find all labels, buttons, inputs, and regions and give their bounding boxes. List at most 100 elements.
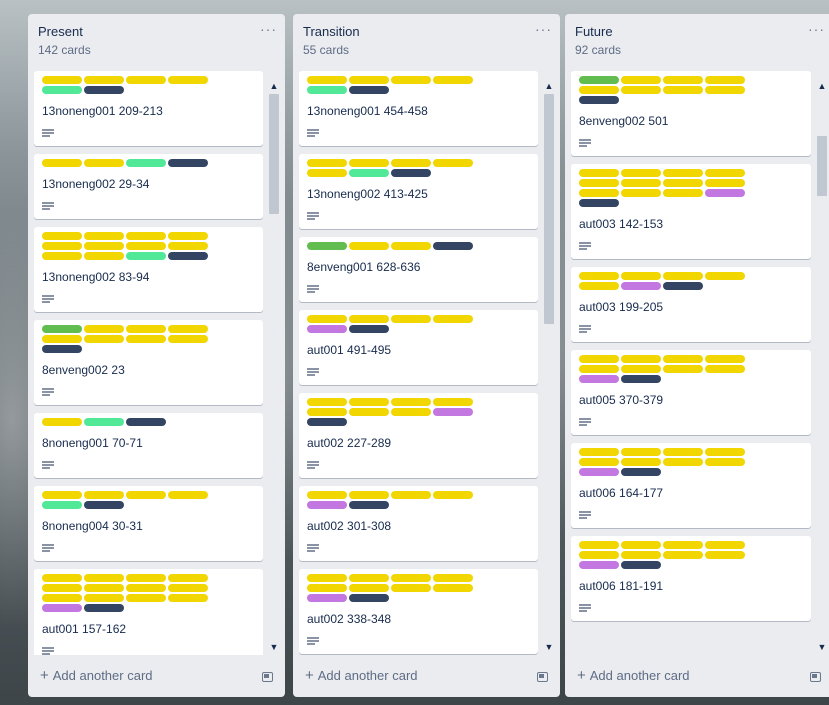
label-yellow[interactable] <box>349 242 389 250</box>
label-navy[interactable] <box>663 282 703 290</box>
add-card-button[interactable]: + Add another card <box>577 667 690 684</box>
label-yellow[interactable] <box>663 169 703 177</box>
card[interactable]: aut002 338-348 <box>299 569 538 654</box>
label-purple[interactable] <box>705 189 745 197</box>
label-yellow[interactable] <box>705 272 745 280</box>
label-navy[interactable] <box>621 561 661 569</box>
label-yellow[interactable] <box>433 491 473 499</box>
label-navy[interactable] <box>126 418 166 426</box>
label-yellow[interactable] <box>307 76 347 84</box>
label-navy[interactable] <box>168 159 208 167</box>
label-yellow[interactable] <box>168 76 208 84</box>
label-yellow[interactable] <box>663 76 703 84</box>
label-yellow[interactable] <box>621 272 661 280</box>
label-yellow[interactable] <box>579 458 619 466</box>
label-yellow[interactable] <box>621 355 661 363</box>
label-yellow[interactable] <box>84 584 124 592</box>
label-yellow[interactable] <box>84 491 124 499</box>
label-yellow[interactable] <box>579 169 619 177</box>
label-yellow[interactable] <box>579 272 619 280</box>
label-yellow[interactable] <box>42 335 82 343</box>
list-menu-icon[interactable]: ··· <box>535 22 552 36</box>
label-yellow[interactable] <box>307 169 347 177</box>
card-template-icon[interactable] <box>810 672 821 682</box>
label-yellow[interactable] <box>433 315 473 323</box>
label-yellow[interactable] <box>705 551 745 559</box>
label-navy[interactable] <box>42 345 82 353</box>
label-yellow[interactable] <box>168 491 208 499</box>
label-green[interactable] <box>307 242 347 250</box>
label-navy[interactable] <box>84 501 124 509</box>
card[interactable]: 13noneng002 413-425 <box>299 154 538 229</box>
label-yellow[interactable] <box>307 574 347 582</box>
label-purple[interactable] <box>579 375 619 383</box>
label-yellow[interactable] <box>579 551 619 559</box>
label-yellow[interactable] <box>663 189 703 197</box>
label-yellow[interactable] <box>621 458 661 466</box>
label-navy[interactable] <box>349 501 389 509</box>
label-yellow[interactable] <box>705 86 745 94</box>
label-yellow[interactable] <box>42 574 82 582</box>
label-navy[interactable] <box>391 169 431 177</box>
card-template-icon[interactable] <box>537 672 548 682</box>
label-navy[interactable] <box>349 594 389 602</box>
scroll-down-icon[interactable]: ▼ <box>815 641 829 653</box>
label-yellow[interactable] <box>621 76 661 84</box>
scroll-up-icon[interactable]: ▲ <box>542 80 556 92</box>
list-menu-icon[interactable]: ··· <box>260 22 277 36</box>
label-yellow[interactable] <box>433 76 473 84</box>
label-yellow[interactable] <box>621 169 661 177</box>
card[interactable]: aut006 164-177 <box>571 443 811 528</box>
label-yellow[interactable] <box>168 232 208 240</box>
label-yellow[interactable] <box>663 272 703 280</box>
label-yellow[interactable] <box>349 159 389 167</box>
label-yellow[interactable] <box>663 355 703 363</box>
label-yellow[interactable] <box>84 252 124 260</box>
label-yellow[interactable] <box>663 551 703 559</box>
label-yellow[interactable] <box>621 86 661 94</box>
label-purple[interactable] <box>579 468 619 476</box>
label-navy[interactable] <box>349 86 389 94</box>
label-yellow[interactable] <box>391 315 431 323</box>
label-yellow[interactable] <box>307 491 347 499</box>
label-yellow[interactable] <box>307 159 347 167</box>
label-yellow[interactable] <box>391 159 431 167</box>
label-yellow[interactable] <box>42 584 82 592</box>
scroll-thumb[interactable] <box>269 94 279 214</box>
label-yellow[interactable] <box>84 232 124 240</box>
scroll-thumb[interactable] <box>817 136 827 196</box>
label-yellow[interactable] <box>705 365 745 373</box>
label-purple[interactable] <box>307 594 347 602</box>
label-yellow[interactable] <box>391 76 431 84</box>
label-yellow[interactable] <box>84 159 124 167</box>
label-teal[interactable] <box>126 159 166 167</box>
label-yellow[interactable] <box>621 551 661 559</box>
label-yellow[interactable] <box>349 76 389 84</box>
label-yellow[interactable] <box>126 232 166 240</box>
scrollbar[interactable]: ▲ ▼ <box>267 80 281 653</box>
label-yellow[interactable] <box>391 242 431 250</box>
label-purple[interactable] <box>579 561 619 569</box>
label-navy[interactable] <box>168 252 208 260</box>
label-yellow[interactable] <box>579 282 619 290</box>
label-purple[interactable] <box>307 501 347 509</box>
label-yellow[interactable] <box>84 242 124 250</box>
label-purple[interactable] <box>621 282 661 290</box>
card[interactable]: aut006 181-191 <box>571 536 811 621</box>
label-yellow[interactable] <box>705 169 745 177</box>
label-yellow[interactable] <box>126 574 166 582</box>
label-yellow[interactable] <box>579 365 619 373</box>
label-purple[interactable] <box>307 325 347 333</box>
label-yellow[interactable] <box>579 179 619 187</box>
label-yellow[interactable] <box>433 574 473 582</box>
label-navy[interactable] <box>84 604 124 612</box>
card[interactable]: 8noneng001 70-71 <box>34 413 263 478</box>
label-navy[interactable] <box>579 199 619 207</box>
label-purple[interactable] <box>433 408 473 416</box>
label-yellow[interactable] <box>705 76 745 84</box>
label-teal[interactable] <box>349 169 389 177</box>
card[interactable]: 8enveng001 628-636 <box>299 237 538 302</box>
label-yellow[interactable] <box>84 574 124 582</box>
label-yellow[interactable] <box>84 325 124 333</box>
label-yellow[interactable] <box>579 189 619 197</box>
